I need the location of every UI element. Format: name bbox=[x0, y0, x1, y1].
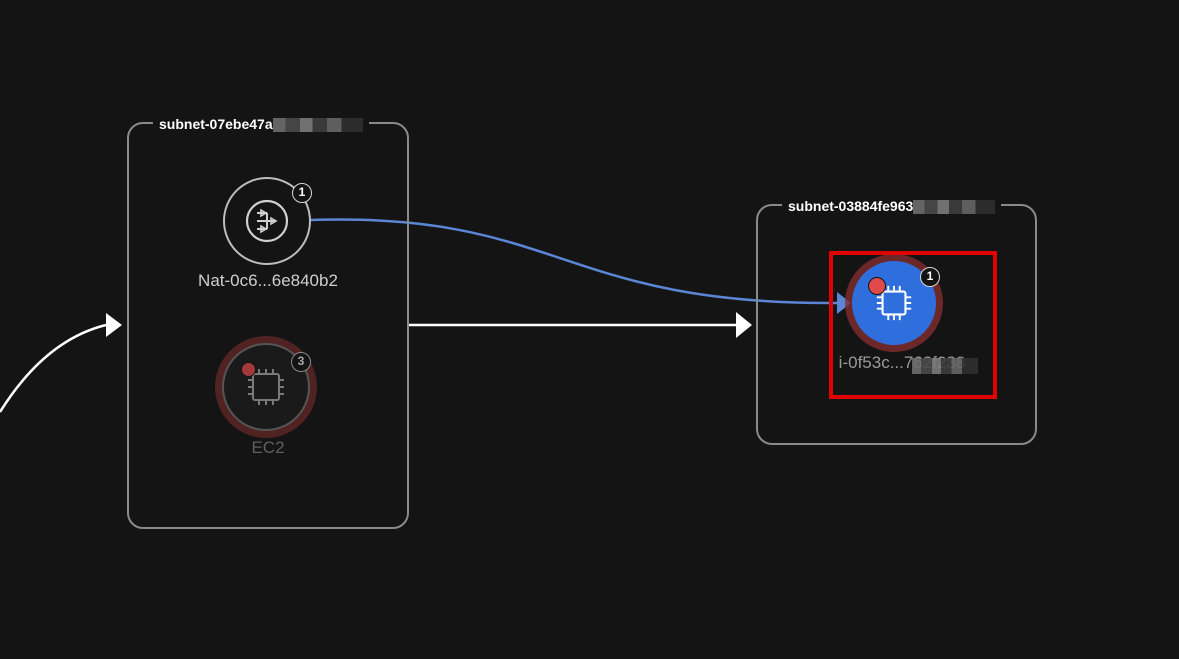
nat-gateway-icon bbox=[245, 199, 289, 243]
topology-canvas[interactable]: subnet-07ebe47a 1 Nat-0c6...6e840b2 3 EC… bbox=[0, 0, 1179, 659]
ec2-group-alert-dot bbox=[241, 362, 256, 377]
redacted-text bbox=[913, 200, 996, 215]
nat-gateway-label: Nat-0c6...6e840b2 bbox=[198, 271, 338, 290]
ec2-group-label: EC2 bbox=[251, 438, 285, 457]
selection-highlight bbox=[829, 251, 997, 399]
edge-incoming-left[interactable] bbox=[0, 323, 107, 413]
ec2-group-count-badge: 3 bbox=[291, 352, 311, 372]
subnet-title-2: subnet-03884fe963 bbox=[782, 197, 1002, 215]
arrowhead-incoming-left bbox=[106, 313, 122, 337]
subnet-title-1: subnet-07ebe47a bbox=[153, 115, 369, 133]
nat-count-badge: 1 bbox=[292, 183, 312, 203]
subnet-id-1: subnet-07ebe47a bbox=[159, 116, 273, 132]
redacted-text bbox=[272, 118, 363, 133]
subnet-id-2: subnet-03884fe963 bbox=[788, 198, 914, 214]
arrowhead-subnet-to-subnet bbox=[736, 312, 752, 338]
